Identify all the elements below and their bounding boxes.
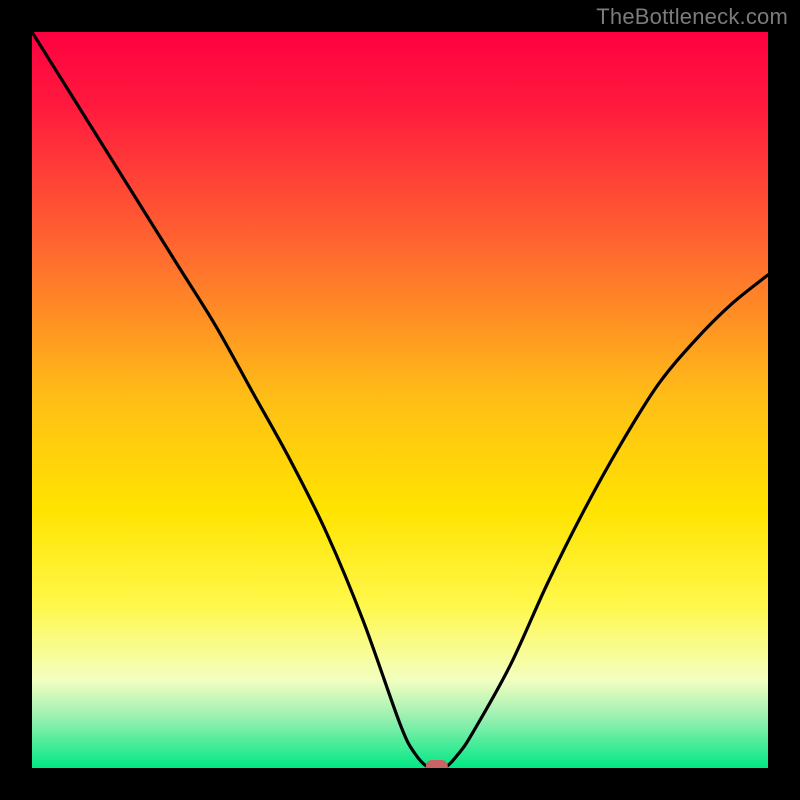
chart-container: TheBottleneck.com	[0, 0, 800, 800]
minimum-marker	[426, 760, 448, 768]
gradient-background	[32, 32, 768, 768]
attribution-label: TheBottleneck.com	[596, 4, 788, 30]
chart-svg	[32, 32, 768, 768]
